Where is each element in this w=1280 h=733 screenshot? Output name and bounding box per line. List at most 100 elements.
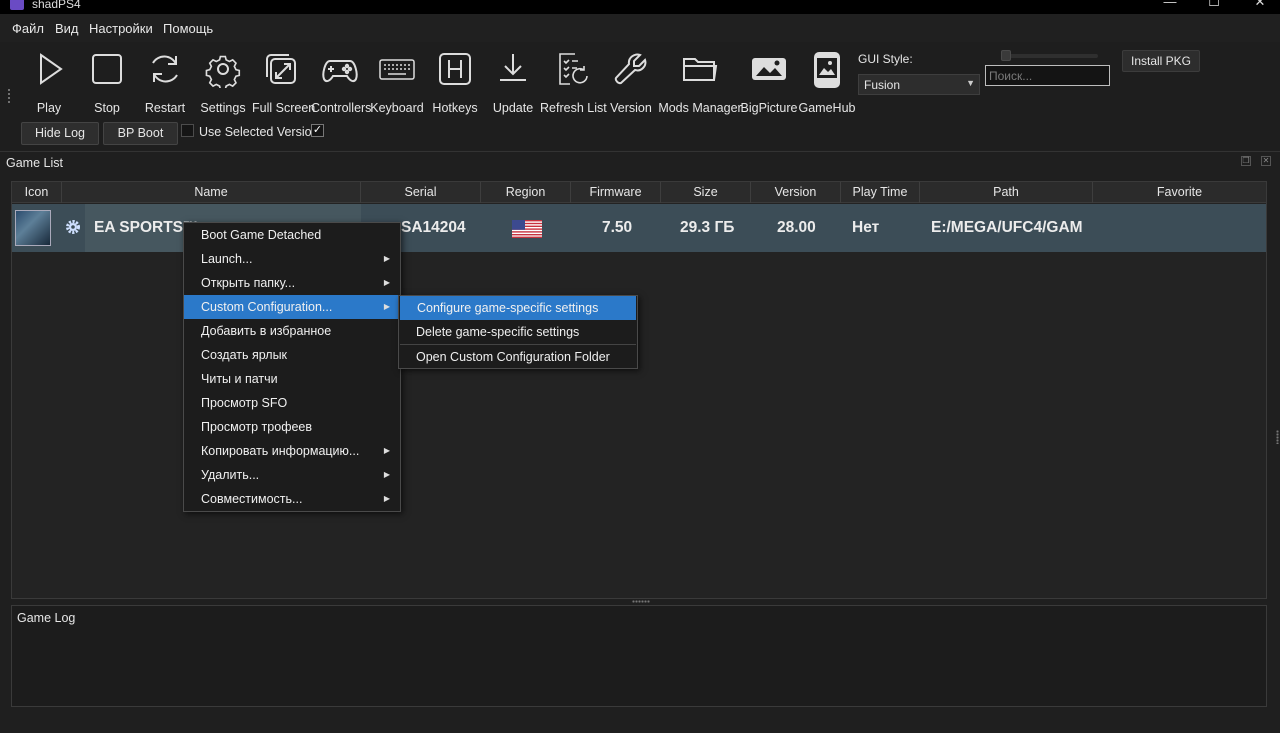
col-region[interactable]: Region bbox=[481, 182, 571, 203]
game-context-menu: Boot Game Detached Launch... ▶ Открыть па… bbox=[183, 222, 401, 512]
version-button[interactable]: Version bbox=[606, 50, 656, 116]
menu-item-open-folder[interactable]: Открыть папку... ▶ bbox=[184, 271, 400, 295]
menu-item-view-trophies[interactable]: Просмотр трофеев bbox=[184, 415, 400, 439]
col-serial[interactable]: Serial bbox=[361, 182, 481, 203]
wrench-icon bbox=[614, 53, 647, 85]
dock-float-button[interactable]: ❐ bbox=[1241, 156, 1251, 166]
game-size: 29.3 ГБ bbox=[680, 219, 735, 236]
menu-item-compatibility[interactable]: Совместимость... ▶ bbox=[184, 487, 400, 511]
search-input[interactable] bbox=[985, 65, 1110, 86]
close-button[interactable]: ✕ bbox=[1250, 0, 1270, 10]
menu-item-view-sfo[interactable]: Просмотр SFO bbox=[184, 391, 400, 415]
mods-manager-button[interactable]: Mods Manager bbox=[658, 50, 742, 116]
bigpicture-button[interactable]: BigPicture bbox=[740, 50, 798, 116]
slider-handle[interactable] bbox=[1001, 50, 1011, 61]
game-version: 28.00 bbox=[777, 219, 816, 236]
chevron-right-icon: ▶ bbox=[383, 278, 390, 287]
game-log-title: Game Log bbox=[17, 611, 76, 625]
picture-icon bbox=[752, 58, 786, 80]
col-version[interactable]: Version bbox=[751, 182, 841, 203]
menu-item-boot-detached[interactable]: Boot Game Detached bbox=[184, 223, 400, 247]
custom-configuration-submenu: Configure game-specific settings Delete … bbox=[398, 295, 638, 369]
col-favorite[interactable]: Favorite bbox=[1093, 182, 1266, 203]
game-cover-image bbox=[15, 210, 51, 246]
col-icon[interactable]: Icon bbox=[12, 182, 62, 203]
col-name[interactable]: Name bbox=[62, 182, 361, 203]
toolbar: Play Stop Restart Settings Full Screen C… bbox=[0, 42, 1280, 150]
window-title: shadPS4 bbox=[32, 0, 81, 11]
app-icon bbox=[10, 0, 24, 10]
refresh-list-button[interactable]: Refresh List bbox=[540, 50, 607, 116]
submenu-delete-settings[interactable]: Delete game-specific settings bbox=[399, 320, 637, 344]
play-icon bbox=[40, 53, 63, 85]
gear-icon[interactable] bbox=[65, 219, 81, 235]
stop-icon bbox=[92, 54, 122, 84]
stop-button[interactable]: Stop bbox=[82, 50, 132, 116]
refresh-list-icon bbox=[559, 53, 588, 85]
play-button[interactable]: Play bbox=[24, 50, 74, 116]
hide-log-button[interactable]: Hide Log bbox=[21, 122, 99, 145]
chevron-right-icon: ▶ bbox=[383, 470, 390, 479]
menu-item-cheats-patches[interactable]: Читы и патчи bbox=[184, 367, 400, 391]
install-pkg-button[interactable]: Install PKG bbox=[1122, 50, 1200, 72]
bp-boot-button[interactable]: BP Boot bbox=[103, 122, 178, 145]
game-serial: SA14204 bbox=[401, 219, 466, 236]
fullscreen-button[interactable]: Full Screen bbox=[252, 50, 315, 116]
chevron-right-icon: ▶ bbox=[383, 302, 390, 311]
controllers-button[interactable]: Controllers bbox=[311, 50, 371, 116]
submenu-configure-settings[interactable]: Configure game-specific settings bbox=[400, 296, 636, 320]
chevron-down-icon: ▼ bbox=[966, 78, 975, 88]
chevron-right-icon: ▶ bbox=[383, 446, 390, 455]
keyboard-button[interactable]: Keyboard bbox=[370, 50, 424, 116]
col-size[interactable]: Size bbox=[661, 182, 751, 203]
hotkeys-icon bbox=[439, 53, 471, 85]
minimize-button[interactable]: — bbox=[1160, 0, 1180, 10]
game-play-time: Нет bbox=[852, 219, 880, 236]
gui-style-value: Fusion bbox=[864, 78, 901, 92]
chevron-right-icon: ▶ bbox=[383, 494, 390, 503]
use-selected-version-checkbox[interactable] bbox=[181, 124, 194, 137]
menu-item-add-favorite[interactable]: Добавить в избранное bbox=[184, 319, 400, 343]
icon-size-slider[interactable] bbox=[1004, 54, 1098, 58]
table-header: Icon Name Serial Region Firmware Size Ve… bbox=[12, 182, 1266, 203]
toolbar-grip[interactable] bbox=[7, 88, 11, 104]
window-resize-grip[interactable] bbox=[1276, 430, 1279, 444]
menu-item-custom-configuration[interactable]: Custom Configuration... ▶ bbox=[184, 295, 400, 319]
menu-item-create-shortcut[interactable]: Создать ярлык bbox=[184, 343, 400, 367]
log-resize-handle[interactable] bbox=[632, 600, 650, 603]
maximize-button[interactable]: ☐ bbox=[1204, 0, 1224, 10]
menu-view[interactable]: Вид bbox=[55, 21, 79, 36]
menu-help[interactable]: Помощь bbox=[163, 21, 213, 36]
menu-item-delete[interactable]: Удалить... ▶ bbox=[184, 463, 400, 487]
chevron-right-icon: ▶ bbox=[383, 254, 390, 263]
dock-close-button[interactable]: ✕ bbox=[1261, 156, 1271, 166]
gui-style-label: GUI Style: bbox=[858, 52, 913, 66]
menu-bar: Файл Вид Настройки Помощь bbox=[0, 14, 1280, 42]
menu-settings[interactable]: Настройки bbox=[89, 21, 153, 36]
game-path: E:/MEGA/UFC4/GAM bbox=[931, 219, 1083, 236]
gamehub-button[interactable]: GameHub bbox=[798, 50, 856, 116]
use-selected-version-label: Use Selected Version bbox=[199, 125, 319, 139]
us-flag-icon bbox=[512, 220, 542, 238]
game-list-title: Game List bbox=[6, 156, 63, 170]
col-firmware[interactable]: Firmware bbox=[571, 182, 661, 203]
settings-button[interactable]: Settings bbox=[198, 50, 248, 116]
fullscreen-icon bbox=[266, 54, 296, 84]
col-path[interactable]: Path bbox=[920, 182, 1093, 203]
game-firmware: 7.50 bbox=[602, 219, 633, 236]
hotkeys-button[interactable]: Hotkeys bbox=[430, 50, 480, 116]
restart-button[interactable]: Restart bbox=[140, 50, 190, 116]
menu-item-copy-info[interactable]: Копировать информацию... ▶ bbox=[184, 439, 400, 463]
gamehub-icon bbox=[814, 52, 840, 88]
menu-item-launch[interactable]: Launch... ▶ bbox=[184, 247, 400, 271]
gear-icon bbox=[205, 55, 241, 88]
submenu-open-config-folder[interactable]: Open Custom Configuration Folder bbox=[399, 345, 637, 369]
update-button[interactable]: Update bbox=[488, 50, 538, 116]
menu-file[interactable]: Файл bbox=[12, 21, 44, 36]
col-play-time[interactable]: Play Time bbox=[841, 182, 920, 203]
restart-icon bbox=[152, 55, 178, 83]
game-log-panel: Game Log bbox=[11, 605, 1267, 707]
folder-icon bbox=[683, 58, 718, 81]
gui-style-select[interactable]: Fusion ▼ bbox=[858, 74, 980, 95]
version-check-mark[interactable]: ✓ bbox=[311, 124, 324, 137]
